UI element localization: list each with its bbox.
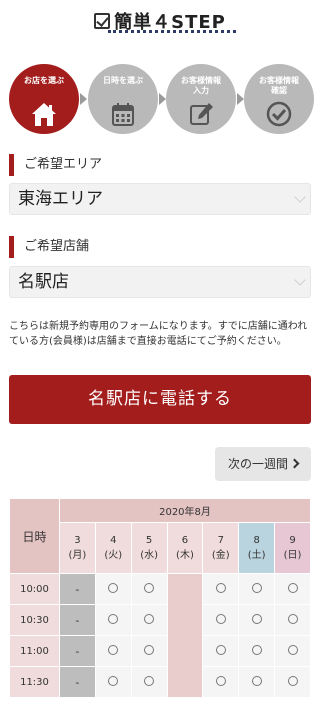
available-slot[interactable] xyxy=(130,666,168,698)
step-arrow-2 xyxy=(159,93,166,105)
area-select-value: 東海エリア xyxy=(18,189,103,209)
time-label: 11:00 xyxy=(9,635,60,667)
unavailable-slot: - xyxy=(59,666,96,698)
day-header: 5 (水) xyxy=(130,522,168,574)
available-slot[interactable] xyxy=(130,635,168,667)
available-circle-icon xyxy=(251,613,262,624)
available-circle-icon xyxy=(144,644,155,655)
step-1-label: お店を選ぶ xyxy=(24,76,64,85)
available-circle-icon xyxy=(251,644,262,655)
step-arrow-1 xyxy=(80,93,87,105)
available-circle-icon xyxy=(108,675,119,686)
header-dotted-underline xyxy=(108,30,236,33)
available-slot[interactable] xyxy=(274,666,311,698)
calendar-body: 10:00-10:30-11:00-11:30- xyxy=(9,573,311,698)
checkbox-icon xyxy=(94,13,111,29)
area-section-title: ご希望エリア xyxy=(9,154,102,176)
available-circle-icon xyxy=(144,582,155,593)
available-slot[interactable] xyxy=(94,635,132,667)
available-circle-icon xyxy=(108,613,119,624)
available-circle-icon xyxy=(251,582,262,593)
chevron-down-icon xyxy=(294,274,306,286)
store-select-value: 名駅店 xyxy=(18,272,69,292)
day-header: 6 (木) xyxy=(166,522,204,574)
chevron-right-icon xyxy=(289,458,300,469)
available-circle-icon xyxy=(144,613,155,624)
available-slot[interactable] xyxy=(130,573,168,605)
available-slot[interactable] xyxy=(130,604,168,636)
time-row: 11:30- xyxy=(9,666,311,698)
available-slot[interactable] xyxy=(202,604,240,636)
available-circle-icon xyxy=(215,644,226,655)
available-circle-icon xyxy=(251,675,262,686)
store-section-title: ご希望店舗 xyxy=(9,236,89,258)
month-header: 2020年8月 xyxy=(59,498,311,523)
day-header-sunday: 9 (日) xyxy=(274,522,311,574)
available-circle-icon xyxy=(287,675,298,686)
available-circle-icon xyxy=(287,644,298,655)
time-row: 11:00- xyxy=(9,635,311,667)
unavailable-slot: - xyxy=(59,635,96,667)
available-circle-icon xyxy=(108,582,119,593)
available-circle-icon xyxy=(144,675,155,686)
available-slot[interactable] xyxy=(94,666,132,698)
availability-calendar: 日時 2020年8月 3 (月) 4 (火) 5 (水) 6 (木) 7 (金) 8 (土)… xyxy=(9,498,311,698)
available-slot[interactable] xyxy=(238,666,276,698)
call-store-button[interactable]: 名駅店に電話する xyxy=(9,375,311,424)
available-circle-icon xyxy=(215,675,226,686)
new-reservation-note: こちらは新規予約専用のフォームになります。すでに店舗に通われている方(会員様)は… xyxy=(9,321,308,347)
step-1-select-store: お店を選ぶ xyxy=(9,64,79,134)
available-circle-icon xyxy=(287,582,298,593)
time-row: 10:30- xyxy=(9,604,311,636)
available-circle-icon xyxy=(287,613,298,624)
step-4-confirm: お客様情報 確認 xyxy=(244,64,314,134)
step-2-label: 日時を選ぶ xyxy=(103,76,143,85)
available-slot[interactable] xyxy=(94,573,132,605)
step-indicator: お店を選ぶ 日時を選ぶ お客様情報 入力 お客様情報 確認 xyxy=(0,58,320,138)
available-circle-icon xyxy=(215,613,226,624)
available-slot[interactable] xyxy=(274,573,311,605)
day-header: 4 (火) xyxy=(94,522,132,574)
day-header: 3 (月) xyxy=(59,522,96,574)
time-row: 10:00- xyxy=(9,573,311,698)
step-2-select-datetime: 日時を選ぶ xyxy=(88,64,158,134)
step-3-label: お客様情報 入力 xyxy=(181,76,221,95)
available-circle-icon xyxy=(108,644,119,655)
time-label: 10:00 xyxy=(9,573,60,605)
step-4-label: お客様情報 確認 xyxy=(259,76,299,95)
available-slot[interactable] xyxy=(202,635,240,667)
time-label: 11:30 xyxy=(9,666,60,698)
available-slot[interactable] xyxy=(94,604,132,636)
available-slot[interactable] xyxy=(238,635,276,667)
store-select[interactable]: 名駅店 xyxy=(9,266,311,298)
edit-icon xyxy=(190,103,213,125)
day-header-saturday: 8 (土) xyxy=(238,522,276,574)
unavailable-slot: - xyxy=(59,573,96,605)
check-circle-icon xyxy=(266,101,292,127)
next-week-button[interactable]: 次の一週間 xyxy=(215,447,311,481)
available-slot[interactable] xyxy=(238,604,276,636)
unavailable-slot: - xyxy=(59,604,96,636)
available-slot[interactable] xyxy=(202,666,240,698)
day-header: 7 (金) xyxy=(202,522,240,574)
available-slot[interactable] xyxy=(274,604,311,636)
step-arrow-3 xyxy=(237,93,244,105)
available-slot[interactable] xyxy=(238,573,276,605)
area-select[interactable]: 東海エリア xyxy=(9,183,311,215)
day-time-header: 日時 xyxy=(9,498,60,574)
calendar-icon xyxy=(112,103,134,126)
home-icon xyxy=(32,103,56,126)
closed-day-cell xyxy=(166,573,204,698)
step-3-enter-info: お客様情報 入力 xyxy=(166,64,236,134)
available-slot[interactable] xyxy=(274,635,311,667)
available-circle-icon xyxy=(215,582,226,593)
time-label: 10:30 xyxy=(9,604,60,636)
available-slot[interactable] xyxy=(202,573,240,605)
next-week-label: 次の一週間 xyxy=(227,457,288,471)
chevron-down-icon xyxy=(294,191,306,203)
